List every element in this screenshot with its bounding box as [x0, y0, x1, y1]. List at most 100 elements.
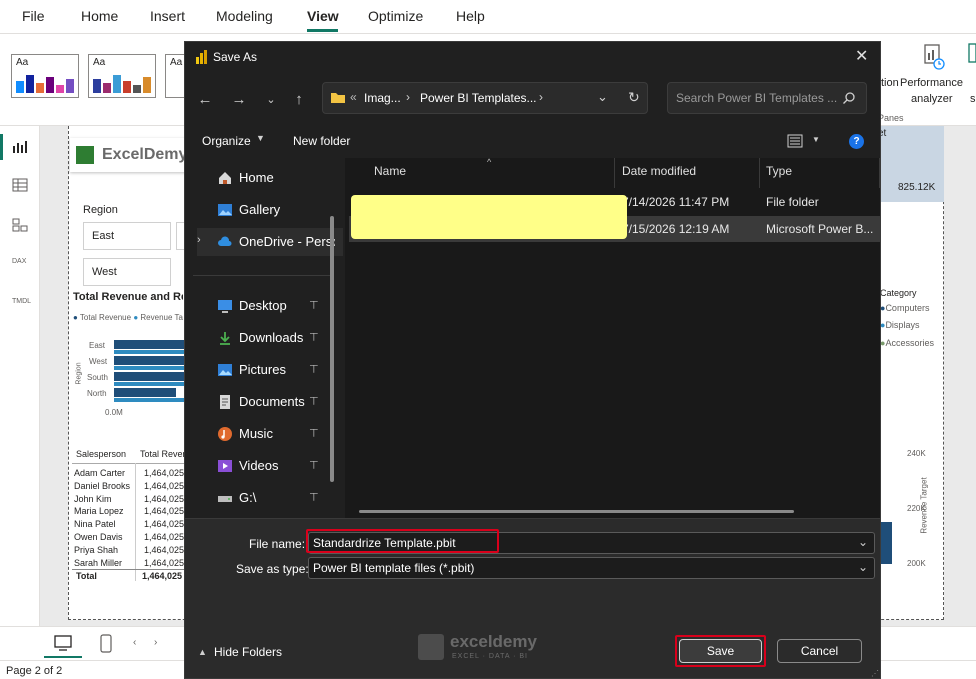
nav-scrollbar[interactable] — [330, 216, 334, 482]
close-icon[interactable]: ✕ — [855, 46, 868, 66]
nav-item-label: Pictures — [239, 362, 286, 377]
up-arrow-icon[interactable]: ↑ — [289, 90, 309, 110]
pin-icon[interactable]: ⊥ — [309, 330, 319, 343]
pin-icon[interactable]: ⊥ — [309, 490, 319, 503]
search-box[interactable]: Search Power BI Templates ... — [667, 82, 867, 114]
navigation-pane: Home Gallery › OneDrive - Perso Desktop ⊥ Down… — [185, 158, 343, 518]
menu-view[interactable]: View — [307, 8, 339, 24]
menu-modeling[interactable]: Modeling — [216, 8, 273, 24]
menu-help[interactable]: Help — [456, 8, 485, 24]
command-bar: Organize ▼ New folder ▼ ? — [185, 129, 880, 155]
bar-west-target — [114, 366, 184, 370]
pin-icon[interactable]: ⊥ — [309, 458, 319, 471]
page-next-icon[interactable]: › — [154, 637, 157, 648]
table-view-icon[interactable] — [12, 178, 28, 192]
file-name-chevron-icon[interactable]: ⌄ — [858, 535, 868, 549]
column-header-name[interactable]: Name — [374, 164, 406, 178]
nav-item-label: Gallery — [239, 202, 281, 217]
search-icon[interactable] — [842, 91, 856, 105]
organize-button[interactable]: Organize — [202, 134, 251, 148]
menu-home[interactable]: Home — [81, 8, 118, 24]
nav-item-pictures[interactable]: Pictures ⊥ — [197, 356, 343, 384]
menu-insert[interactable]: Insert — [150, 8, 185, 24]
model-view-icon[interactable] — [12, 218, 28, 232]
address-dropdown-chevron-icon[interactable]: ⌄ — [597, 89, 608, 105]
legend-accessories: ●Accessories — [880, 338, 934, 348]
theme-thumbnail-1[interactable]: Aa — [11, 54, 79, 98]
save-as-type-select[interactable]: Power BI template files (*.pbit) ⌄ — [308, 557, 875, 579]
save-as-type-label: Save as type: — [236, 562, 309, 576]
back-arrow-icon[interactable]: ← — [195, 90, 215, 110]
expand-chevron-icon[interactable]: › — [197, 234, 201, 246]
pin-icon[interactable]: ⊥ — [309, 394, 319, 407]
slicer-item-east[interactable]: East — [83, 222, 171, 250]
nav-item-desktop[interactable]: Desktop ⊥ — [197, 292, 343, 320]
exceldemy-logo: ExcelDemy — [70, 138, 190, 172]
region-label-south: South — [87, 373, 108, 382]
forward-arrow-icon[interactable]: → — [229, 90, 249, 110]
y-axis-label-revenue-target: Revenue Target — [919, 477, 929, 534]
kpi-card-value: 825.12K — [898, 182, 936, 193]
file-type: File folder — [766, 195, 819, 209]
pin-icon[interactable]: ⊥ — [309, 426, 319, 439]
revenue-chart-title: Total Revenue and Re — [73, 291, 183, 303]
sync-slicers-icon[interactable] — [968, 42, 976, 72]
breadcrumb-overflow[interactable]: « — [350, 90, 357, 104]
save-as-type-chevron-icon[interactable]: ⌄ — [858, 560, 868, 574]
pin-icon[interactable]: ⊥ — [309, 298, 319, 311]
table-total-value: 1,464,025 — [142, 571, 183, 581]
column-header-date-modified[interactable]: Date modified — [622, 164, 696, 178]
search-input[interactable]: Search Power BI Templates ... — [676, 91, 837, 105]
recent-locations-chevron-icon[interactable]: ⌄ — [261, 90, 281, 110]
help-icon[interactable]: ? — [849, 134, 864, 149]
pictures-icon — [217, 362, 233, 378]
nav-item-onedrive-perso[interactable]: › OneDrive - Perso — [197, 228, 343, 256]
nav-item-documents[interactable]: Documents ⊥ — [197, 388, 343, 416]
nav-item-videos[interactable]: Videos ⊥ — [197, 452, 343, 480]
nav-item-g[interactable]: G:\ ⊥ — [197, 484, 343, 512]
desktop-layout-tab[interactable] — [44, 630, 82, 658]
dax-query-view-icon[interactable]: DAX — [12, 258, 28, 272]
file-name-label: File name: — [249, 537, 306, 551]
pin-icon[interactable]: ⊥ — [309, 362, 319, 375]
report-view-icon[interactable] — [12, 140, 28, 154]
drive-icon — [217, 490, 233, 506]
slicer-item-west[interactable]: West — [83, 258, 171, 286]
column-header-type[interactable]: Type — [766, 164, 792, 178]
resize-grip-icon[interactable]: ⋰ — [871, 669, 879, 678]
y-tick-200k: 200K — [907, 559, 926, 568]
new-folder-button[interactable]: New folder — [293, 134, 350, 148]
mobile-layout-icon[interactable] — [96, 633, 116, 655]
hide-folders-button[interactable]: Hide Folders — [214, 645, 282, 659]
cancel-button[interactable]: Cancel — [777, 639, 862, 663]
page-prev-icon[interactable]: ‹ — [133, 637, 136, 648]
nav-item-gallery[interactable]: Gallery — [197, 196, 343, 224]
region-slicer-title: Region — [83, 204, 118, 216]
analyzer-label[interactable]: analyzer — [911, 93, 953, 105]
table-row-name: John Kim — [74, 493, 112, 504]
performance-label[interactable]: Performance — [900, 77, 963, 89]
category-legend-title: Category — [880, 288, 917, 298]
address-bar[interactable]: « Imag... › Power BI Templates... › ⌄ ↻ — [322, 82, 648, 114]
nav-item-home[interactable]: Home — [197, 164, 343, 192]
menu-file[interactable]: File — [22, 8, 45, 24]
breadcrumb-images[interactable]: Imag... — [364, 91, 401, 105]
table-row-name: Nina Patel — [74, 519, 116, 530]
theme-thumbnail-2[interactable]: Aa — [88, 54, 156, 98]
bar-south-target — [114, 382, 184, 386]
nav-item-downloads[interactable]: Downloads ⊥ — [197, 324, 343, 352]
file-name-highlight — [306, 529, 499, 553]
view-options-chevron-icon[interactable]: ▼ — [812, 135, 820, 144]
view-options-icon[interactable] — [787, 134, 803, 148]
horizontal-scrollbar[interactable] — [359, 510, 794, 513]
refresh-icon[interactable]: ↻ — [628, 89, 640, 106]
theme-thumbnail-3[interactable]: Aa — [165, 54, 185, 98]
performance-analyzer-icon[interactable] — [922, 43, 946, 71]
dialog-title: Save As — [213, 50, 258, 64]
table-row-value: 1,464,025 — [144, 519, 184, 530]
tmdl-view-icon[interactable]: TMDL — [12, 298, 31, 312]
hide-folders-chevron-icon[interactable]: ▲ — [198, 647, 207, 657]
menu-optimize[interactable]: Optimize — [368, 8, 423, 24]
nav-item-music[interactable]: Music ⊥ — [197, 420, 343, 448]
breadcrumb-power-bi-templates[interactable]: Power BI Templates... — [420, 91, 537, 105]
